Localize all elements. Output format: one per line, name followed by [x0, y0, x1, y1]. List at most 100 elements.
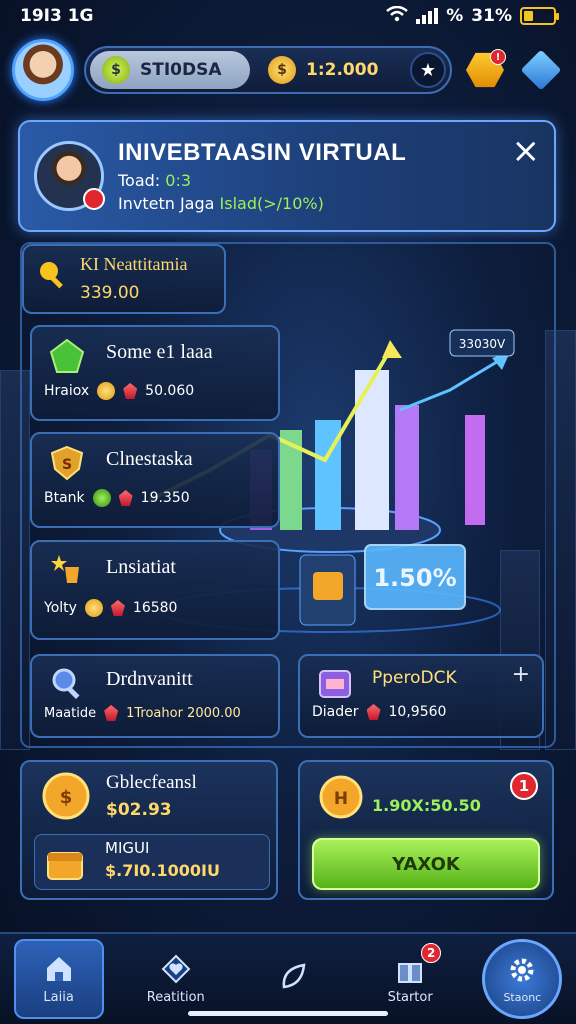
card-5-label: Diader	[312, 704, 359, 720]
card-1-label: Hraiox	[44, 383, 90, 399]
coin-icon	[97, 382, 116, 400]
resource-pill-2[interactable]: $ 1:2.000	[256, 51, 390, 89]
ruby-icon	[123, 383, 138, 399]
treasure-box-icon	[45, 843, 85, 887]
gold-medal-icon: H	[318, 774, 364, 824]
wifi-icon	[386, 5, 409, 27]
card-5[interactable]: PperoDCK + Diader 10,9560	[298, 654, 544, 738]
blue-cube-icon	[520, 49, 562, 91]
shop-button[interactable]	[518, 47, 564, 93]
ruby-icon	[118, 490, 133, 506]
nav-item-leaf[interactable]	[248, 939, 338, 1019]
tag-value: 33030V	[459, 337, 506, 351]
bottom-left-sub-title: MIGUI	[105, 839, 150, 857]
ruby-icon	[110, 600, 125, 616]
gold-coin-large-icon: $	[42, 772, 90, 824]
currency-bar: $ STI0DSA $ 1:2.000 ★	[84, 46, 452, 94]
card-top-left-title: KI Neattitamia	[80, 254, 188, 274]
card-4[interactable]: Drdnvanitt Maatide 1Troahor 2000.00	[30, 654, 280, 738]
notification-badge: 1	[510, 772, 538, 800]
heart-shield-icon	[161, 954, 191, 983]
green-gem-icon	[48, 337, 86, 375]
bottom-left-sub-value: $.7I0.1000IU	[105, 861, 220, 880]
nav-label-home: Laiia	[43, 989, 74, 1005]
card-top-left[interactable]: KI Neattitamia 339.00	[22, 244, 226, 314]
bottom-left-panel: $ Gblecfeansl $02.93 MIGUI $.7I0.1000IU	[20, 760, 278, 900]
bottom-right-value: 1.90X:50.50	[372, 796, 481, 815]
card-1-value: 50.060	[145, 383, 195, 399]
investment-banner[interactable]: INIVEBTAASIN VIRTUAL Toad: 0:3 Invtetn J…	[18, 120, 556, 232]
alert-dot-icon	[83, 188, 105, 210]
nav-label-reatition: Reatition	[146, 989, 205, 1005]
player-avatar[interactable]	[12, 39, 74, 101]
status-bar: 19I3 1G % 31%	[0, 0, 576, 32]
signal-icon	[416, 8, 439, 24]
nav-item-startor[interactable]: 2 Startor	[365, 939, 455, 1019]
card-2-title: Clnestaska	[106, 448, 193, 470]
card-top-left-value: 339.00	[80, 283, 140, 303]
banner-line-1: Toad: 0:3	[118, 171, 540, 190]
card-2-label: Btank	[44, 490, 85, 506]
resource-pill-1[interactable]: $ STI0DSA	[90, 51, 250, 89]
resource-2-value: 1:2.000	[306, 60, 379, 80]
card-4-value: 1Troahor 2000.00	[126, 705, 241, 721]
card-1[interactable]: Some e1 laaa Hraiox 50.060	[30, 325, 280, 421]
battery-icon	[520, 7, 559, 25]
ruby-icon	[366, 704, 381, 720]
bottom-left-value: $02.93	[106, 800, 172, 820]
claim-button[interactable]: YAXOK	[312, 838, 540, 890]
card-4-label: Maatide	[44, 705, 97, 721]
trend-line-2	[399, 358, 501, 412]
card-3-label: Yolty	[44, 600, 77, 616]
achievements-button[interactable]: !	[462, 47, 508, 93]
nav-item-reatition[interactable]: Reatition	[131, 939, 221, 1019]
svg-text:H: H	[334, 789, 348, 809]
leaf-icon	[282, 963, 306, 989]
banner-line-1-value: 0:3	[165, 171, 192, 190]
banner-line-1-label: Toad:	[118, 171, 161, 190]
svg-text:$: $	[60, 787, 73, 808]
bar	[395, 405, 419, 530]
card-2[interactable]: S Clnestaska Btank 19.350	[30, 432, 280, 528]
star-button[interactable]: ★	[410, 52, 446, 88]
home-icon	[46, 956, 71, 981]
treasure-chest-icon	[313, 572, 343, 600]
nav-label-startor: Startor	[387, 989, 433, 1005]
trend-arrow	[382, 340, 402, 358]
bottom-left-subcard[interactable]: MIGUI $.7I0.1000IU	[34, 834, 270, 890]
add-button[interactable]: +	[512, 662, 530, 687]
nav-item-settings[interactable]: Staonc	[482, 939, 563, 1019]
card-2-value: 19.350	[140, 490, 190, 506]
banner-title: INIVEBTAASIN VIRTUAL	[118, 139, 407, 166]
gold-coin-icon: $	[268, 56, 296, 84]
card-3-title: Lnsiatiat	[106, 556, 176, 578]
svg-text:S: S	[62, 457, 72, 473]
nav-badge-startor: 2	[421, 943, 442, 963]
coin-icon	[84, 599, 103, 617]
leaf-coin-icon	[92, 489, 111, 507]
close-icon[interactable]: ×	[512, 134, 541, 168]
status-time: 19I3 1G	[20, 6, 94, 26]
ruby-icon	[104, 705, 119, 721]
status-extra: %	[446, 6, 464, 26]
bottom-nav: Laiia Reatition 2 Startor Staonc	[0, 932, 576, 1024]
green-coin-icon: $	[102, 56, 130, 84]
banner-line-2-label: Invtetn Jaga	[118, 194, 215, 213]
star-trophy-icon	[48, 552, 86, 590]
resource-1-value: STI0DSA	[140, 60, 222, 80]
card-1-title: Some e1 laaa	[106, 341, 213, 363]
card-5-value: 10,9560	[388, 704, 447, 720]
advisor-avatar	[34, 141, 105, 211]
magnifier-icon	[48, 664, 86, 702]
banner-line-2-value: Islad(>/10%)	[219, 194, 324, 213]
bar	[355, 370, 389, 530]
big-value: 1.50%	[373, 564, 456, 592]
home-indicator[interactable]	[188, 1011, 388, 1016]
battery-percent: 31%	[471, 6, 512, 26]
gear-icon	[510, 958, 534, 981]
banner-line-2: Invtetn Jaga Islad(>/10%)	[118, 194, 540, 213]
card-3[interactable]: Lnsiatiat Yolty 16580	[30, 540, 280, 640]
nav-item-home[interactable]: Laiia	[13, 939, 104, 1019]
purple-chest-icon	[316, 664, 354, 702]
gift-box-icon	[398, 962, 423, 983]
